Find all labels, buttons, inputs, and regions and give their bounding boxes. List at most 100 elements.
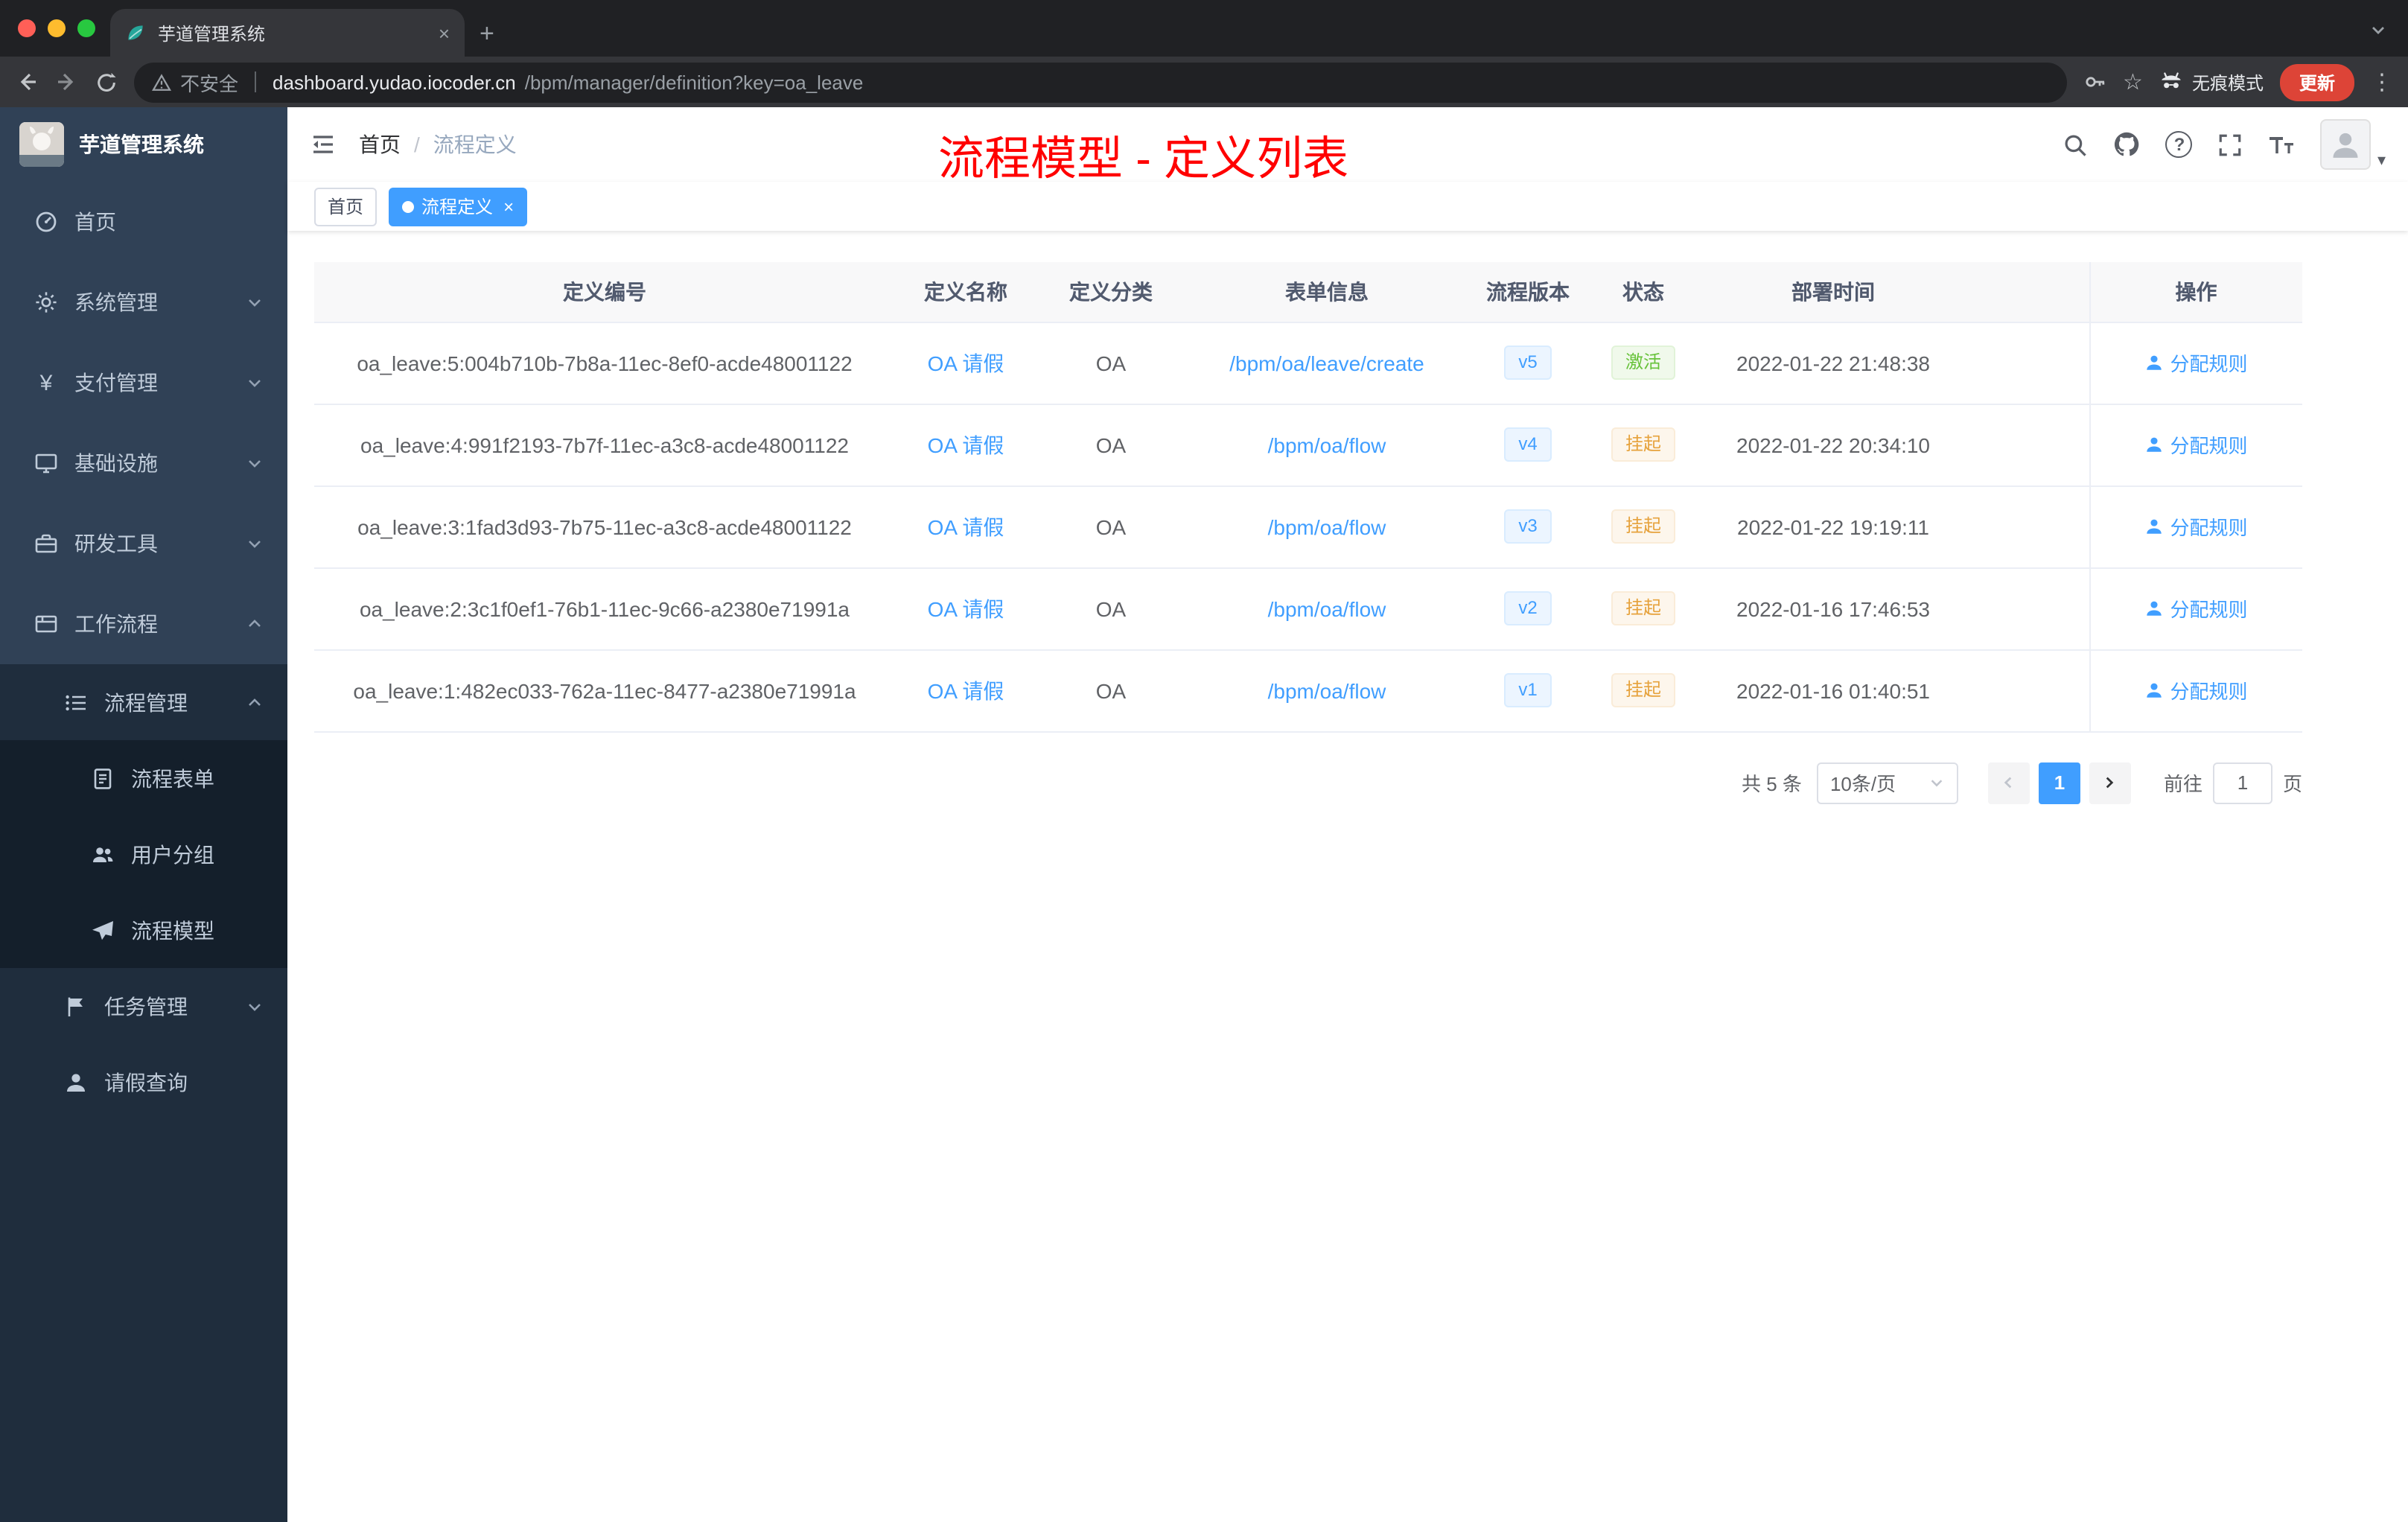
caret-down-icon: ▾ xyxy=(2377,152,2386,170)
assign-rule-link[interactable]: 分配规则 xyxy=(2144,594,2248,623)
sidebar-logo[interactable]: 芋道管理系统 xyxy=(0,107,287,182)
window-close-button[interactable] xyxy=(18,19,36,37)
assign-rule-link[interactable]: 分配规则 xyxy=(2144,676,2248,704)
fullscreen-icon[interactable] xyxy=(2218,132,2243,157)
chevron-down-icon xyxy=(246,997,264,1015)
window-minimize-button[interactable] xyxy=(48,19,66,37)
active-dot xyxy=(402,200,415,212)
sidebar-item-infrastructure[interactable]: 基础设施 xyxy=(0,423,287,503)
security-label[interactable]: 不安全 xyxy=(180,68,238,96)
sidebar-item-process-model[interactable]: 流程模型 xyxy=(0,892,287,968)
help-icon[interactable]: ? xyxy=(2165,131,2193,158)
chevron-up-icon xyxy=(246,693,264,711)
page-size-select[interactable]: 10条/页 xyxy=(1816,762,1958,803)
cell-deploy-time: 2022-01-22 19:19:11 xyxy=(1699,485,1967,568)
cell-actions: 分配规则 xyxy=(2089,404,2302,486)
incognito-label: 无痕模式 xyxy=(2191,72,2264,93)
tag-close-icon[interactable]: × xyxy=(503,196,514,217)
window-controls[interactable] xyxy=(18,19,95,37)
tab-search-icon[interactable] xyxy=(2369,21,2387,39)
sidebar-item-label: 流程模型 xyxy=(131,918,214,942)
table-row: oa_leave:2:3c1f0ef1-76b1-11ec-9c66-a2380… xyxy=(314,567,2302,650)
sidebar-item-devtools[interactable]: 研发工具 xyxy=(0,503,287,584)
tag-process-definition[interactable]: 流程定义 × xyxy=(389,187,528,226)
sidebar-item-leave-query[interactable]: 请假查询 xyxy=(0,1044,287,1120)
definition-name-link[interactable]: OA 请假 xyxy=(928,596,1004,620)
sidebar-item-label: 工作流程 xyxy=(74,612,158,636)
cell-spacer xyxy=(1967,649,2089,732)
cell-category: OA xyxy=(1036,485,1185,568)
cell-category: OA xyxy=(1036,322,1185,404)
assign-rule-link[interactable]: 分配规则 xyxy=(2144,348,2248,377)
assign-rule-link[interactable]: 分配规则 xyxy=(2144,512,2248,541)
breadcrumb-separator: / xyxy=(414,133,420,156)
form-link[interactable]: /bpm/oa/flow xyxy=(1268,433,1386,456)
prev-page-button[interactable] xyxy=(1987,762,2030,803)
new-tab-button[interactable]: + xyxy=(480,21,494,46)
cell-definition-name: OA 请假 xyxy=(895,322,1036,404)
window-zoom-button[interactable] xyxy=(77,19,95,37)
chevron-down-icon xyxy=(246,454,264,472)
reload-button[interactable] xyxy=(95,71,118,93)
tab-close-icon[interactable]: × xyxy=(439,22,450,44)
bookmark-star-icon[interactable]: ☆ xyxy=(2123,71,2143,93)
col-form-info: 表单信息 xyxy=(1185,262,1468,322)
form-link[interactable]: /bpm/oa/leave/create xyxy=(1229,351,1424,375)
incognito-icon xyxy=(2159,70,2183,94)
font-size-icon[interactable] xyxy=(2269,133,2296,156)
definition-table: 定义编号 定义名称 定义分类 表单信息 流程版本 状态 部署时间 操作 oa_l… xyxy=(314,262,2302,732)
app-title: 芋道管理系统 xyxy=(79,133,204,156)
users-icon xyxy=(91,842,115,866)
col-definition-category: 定义分类 xyxy=(1036,262,1185,322)
current-page-button[interactable]: 1 xyxy=(2038,762,2080,803)
search-icon[interactable] xyxy=(2063,132,2089,157)
cell-definition-name: OA 请假 xyxy=(895,567,1036,650)
pagination-total: 共 5 条 xyxy=(1742,773,1802,795)
assign-rule-label: 分配规则 xyxy=(2170,517,2248,539)
cell-definition-id: oa_leave:5:004b710b-7b8a-11ec-8ef0-acde4… xyxy=(314,322,895,404)
forward-button[interactable] xyxy=(55,70,79,94)
definition-name-link[interactable]: OA 请假 xyxy=(928,351,1004,375)
user-menu[interactable]: ▾ xyxy=(2320,119,2386,170)
form-link[interactable]: /bpm/oa/flow xyxy=(1268,596,1386,620)
table-header-row: 定义编号 定义名称 定义分类 表单信息 流程版本 状态 部署时间 操作 xyxy=(314,262,2302,322)
sidebar-item-process-management[interactable]: 流程管理 xyxy=(0,664,287,740)
avatar[interactable] xyxy=(2320,119,2372,170)
cell-definition-id: oa_leave:4:991f2193-7b7f-11ec-a3c8-acde4… xyxy=(314,404,895,486)
sidebar-item-user-group[interactable]: 用户分组 xyxy=(0,816,287,892)
form-link[interactable]: /bpm/oa/flow xyxy=(1268,678,1386,702)
sidebar-item-system[interactable]: 系统管理 xyxy=(0,262,287,343)
assign-rule-link[interactable]: 分配规则 xyxy=(2144,430,2248,459)
password-key-icon[interactable] xyxy=(2083,70,2106,94)
form-link[interactable]: /bpm/oa/flow xyxy=(1268,515,1386,538)
sidebar-item-payment[interactable]: ¥ 支付管理 xyxy=(0,343,287,423)
breadcrumb-home[interactable]: 首页 xyxy=(359,130,401,159)
cell-spacer xyxy=(1967,567,2089,650)
cell-form-info: /bpm/oa/flow xyxy=(1185,567,1468,650)
sidebar-item-process-form[interactable]: 流程表单 xyxy=(0,740,287,816)
sidebar-item-workflow[interactable]: 工作流程 xyxy=(0,584,287,664)
table-row: oa_leave:1:482ec033-762a-11ec-8477-a2380… xyxy=(314,649,2302,732)
cell-form-info: /bpm/oa/flow xyxy=(1185,485,1468,568)
sidebar-item-label: 研发工具 xyxy=(74,532,158,555)
page-goto-input[interactable] xyxy=(2212,762,2272,803)
chrome-update-button[interactable]: 更新 xyxy=(2279,63,2354,101)
version-badge: v5 xyxy=(1503,346,1552,380)
flag-icon xyxy=(64,994,88,1018)
definition-name-link[interactable]: OA 请假 xyxy=(928,433,1004,456)
page-goto: 前往 页 xyxy=(2164,762,2302,803)
browser-tab[interactable]: 芋道管理系统 × xyxy=(110,9,465,57)
sidebar-item-task-management[interactable]: 任务管理 xyxy=(0,968,287,1044)
cell-actions: 分配规则 xyxy=(2089,649,2302,732)
next-page-button[interactable] xyxy=(2089,762,2131,803)
tag-home[interactable]: 首页 xyxy=(314,187,378,226)
sidebar-item-home[interactable]: 首页 xyxy=(0,182,287,262)
col-definition-name: 定义名称 xyxy=(895,262,1036,322)
definition-name-link[interactable]: OA 请假 xyxy=(928,678,1004,702)
github-icon[interactable] xyxy=(2114,131,2141,158)
back-button[interactable] xyxy=(15,70,39,94)
browser-menu-icon[interactable]: ⋮ xyxy=(2371,69,2393,95)
sidebar-collapse-icon[interactable] xyxy=(310,131,337,158)
definition-name-link[interactable]: OA 请假 xyxy=(928,515,1004,538)
address-bar[interactable]: 不安全 dashboard.yudao.iocoder.cn/bpm/manag… xyxy=(134,62,2067,102)
